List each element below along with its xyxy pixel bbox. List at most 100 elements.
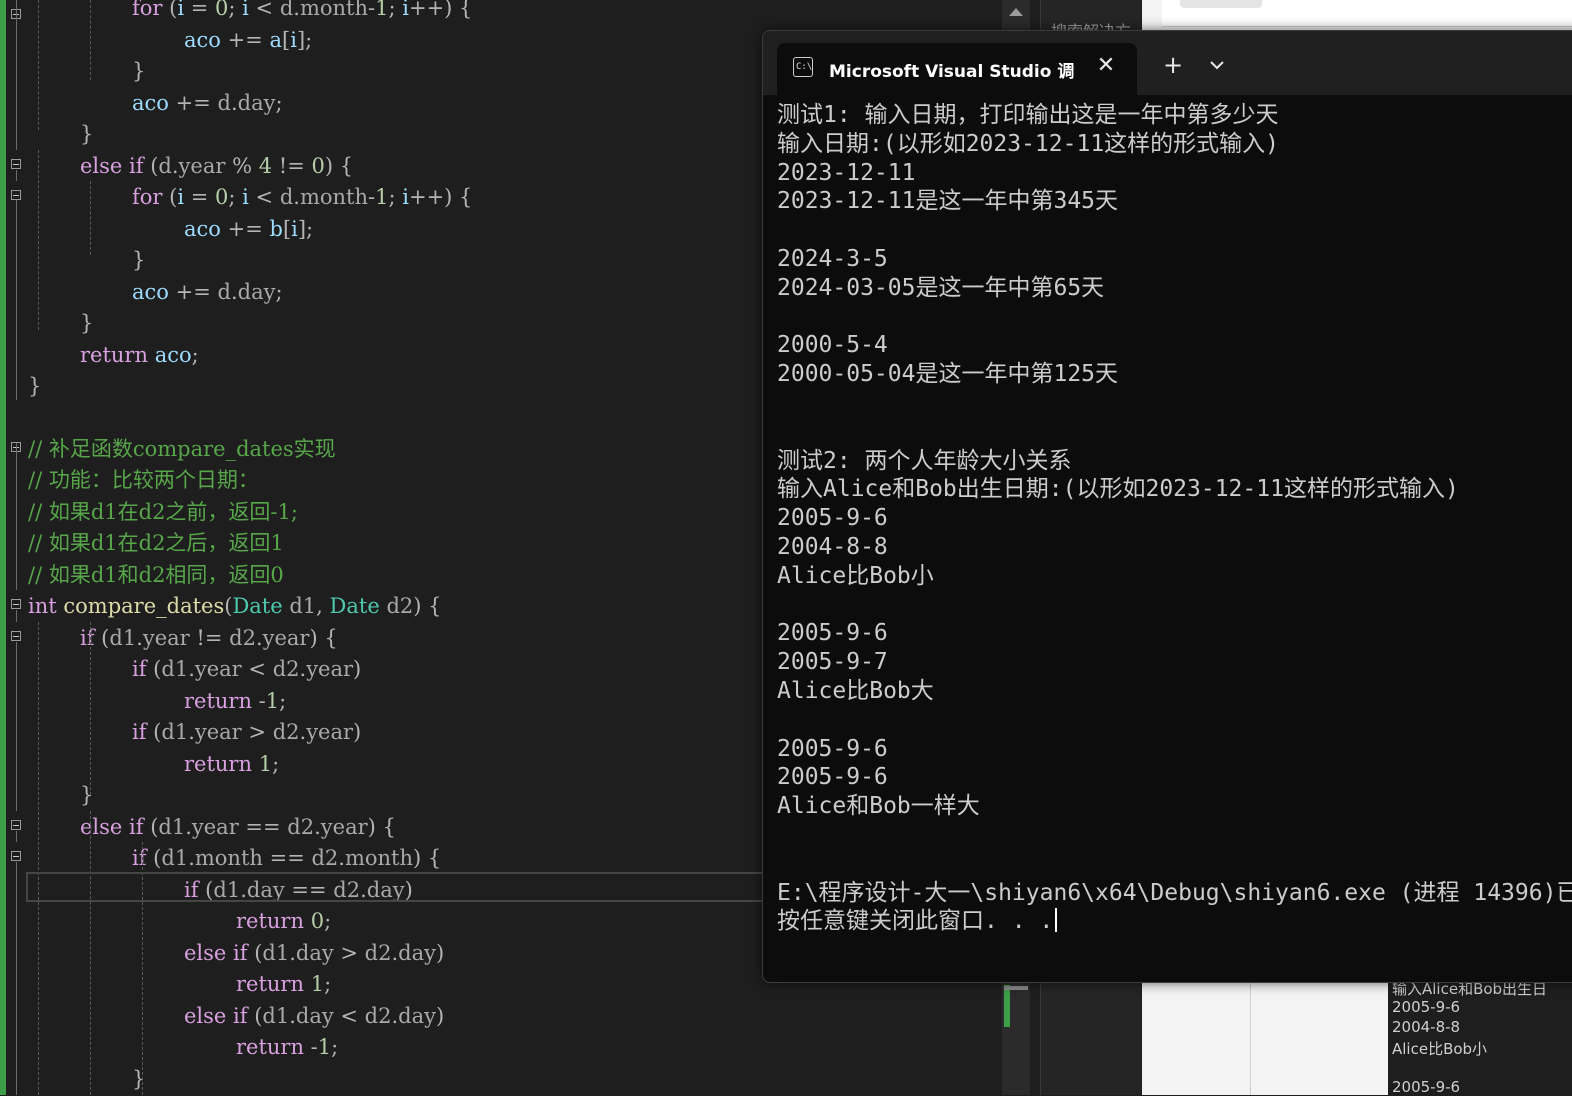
background-output-line: 2005-9-6 — [1392, 1078, 1461, 1096]
code-token: [ — [282, 28, 291, 52]
collapse-icon[interactable] — [11, 190, 21, 200]
code-token: day — [237, 91, 276, 115]
code-token: 0 — [215, 0, 229, 20]
background-output-line: 2005-9-6 — [1392, 998, 1461, 1016]
code-token: aco — [132, 280, 169, 304]
code-token: 0 — [311, 154, 325, 178]
code-token: ; — [324, 972, 332, 996]
console-line: 2005-9-6 — [777, 620, 888, 647]
code-token: . — [293, 185, 300, 209]
code-token: d1 — [109, 626, 137, 650]
new-tab-button[interactable]: + — [1159, 51, 1187, 79]
code-token: < — [248, 0, 280, 20]
code-token: } — [132, 1067, 146, 1091]
code-line-text: return 1; — [184, 748, 279, 780]
fold-rail — [16, 200, 17, 400]
code-line-text: } — [132, 1063, 145, 1095]
code-token: ; — [228, 0, 243, 20]
code-line-text: // 如果d1和d2相同，返回0 — [28, 559, 284, 591]
code-token: ( — [247, 1004, 263, 1028]
code-token: Date — [329, 594, 380, 618]
code-token: ++) { — [408, 0, 473, 20]
console-line: 按任意键关闭此窗口. . . — [777, 907, 1572, 936]
code-token: += — [220, 28, 270, 52]
background-output-line: Alice比Bob小 — [1392, 1040, 1488, 1058]
code-line[interactable]: return -1; — [0, 1031, 1000, 1063]
console-output[interactable]: 测试1: 输入日期，打印输出这是一年中第多少天 输入日期:(以形如2023-12-… — [777, 101, 1572, 936]
code-token: ( — [247, 941, 263, 965]
code-token: += — [168, 280, 218, 304]
code-token: ) — [353, 657, 362, 681]
scroll-thumb[interactable] — [1004, 986, 1028, 990]
code-token: d2 — [272, 657, 300, 681]
code-token: ) { — [413, 594, 442, 618]
code-token: < — [333, 1004, 365, 1028]
code-token: return — [184, 752, 252, 776]
console-titlebar[interactable]: C:\ Microsoft Visual Studio 调试控制台 ✕ + — [763, 31, 1572, 95]
console-line: 2005-9-6 — [777, 735, 888, 762]
collapse-icon[interactable] — [11, 159, 21, 169]
code-token: day — [237, 280, 276, 304]
code-token: year — [194, 657, 242, 681]
chevron-down-icon[interactable] — [1205, 53, 1229, 77]
code-token: > — [241, 720, 273, 744]
code-token: i — [402, 185, 409, 209]
code-line-text: // 补足函数compare_dates实现 — [28, 433, 336, 465]
collapse-icon[interactable] — [11, 851, 21, 861]
code-line-text: int compare_dates(Date d1, Date d2) { — [28, 590, 442, 622]
code-token: i — [290, 28, 297, 52]
close-tab-icon[interactable]: ✕ — [1095, 52, 1117, 80]
code-token: month — [299, 0, 369, 20]
console-line: 2000-05-04是这一年中第125天 — [777, 361, 1119, 388]
console-line: 2024-03-05是这一年中第65天 — [777, 274, 1105, 301]
code-line-text: aco += d.day; — [132, 276, 283, 308]
code-line[interactable]: } — [0, 1063, 1000, 1095]
code-token: year — [191, 815, 239, 839]
code-line[interactable]: for (i = 0; i < d.month-1; i++) { — [0, 0, 1000, 24]
code-line-text: return -1; — [184, 685, 286, 717]
console-tab[interactable]: C:\ Microsoft Visual Studio 调试控制台 ✕ — [777, 43, 1137, 95]
code-token: a — [269, 28, 283, 52]
collapse-icon[interactable] — [11, 599, 21, 609]
code-token: if — [132, 657, 147, 681]
code-token: d2 — [364, 1004, 392, 1028]
fold-rail — [16, 443, 17, 590]
code-token: d2 — [287, 815, 315, 839]
code-token: ) — [436, 1004, 445, 1028]
code-token: ]; — [296, 28, 313, 52]
code-token: 1 — [265, 689, 280, 713]
code-token: year — [142, 626, 190, 650]
code-token: aco — [154, 343, 192, 367]
debug-console-window[interactable]: C:\ Microsoft Visual Studio 调试控制台 ✕ + 测试… — [762, 30, 1572, 983]
console-line: Alice比Bob大 — [777, 677, 934, 704]
code-token: ; — [228, 185, 243, 209]
code-line-text: if (d1.year > d2.year) — [132, 716, 361, 748]
code-token: return — [184, 689, 252, 713]
code-token: } — [28, 374, 42, 398]
code-token: ( — [143, 815, 159, 839]
code-token: for — [132, 0, 163, 20]
code-token: . — [289, 1004, 296, 1028]
indent-guide — [90, 811, 91, 1095]
console-line: E:\程序设计-大一\shiyan6\x64\Debug\shiyan6.exe… — [777, 879, 1572, 906]
indent-guide — [38, 0, 39, 130]
code-token: ( — [162, 0, 178, 20]
code-token: . — [171, 154, 179, 178]
indent-guide — [38, 150, 39, 330]
code-line-text: } — [80, 307, 93, 339]
collapse-icon[interactable] — [11, 631, 21, 641]
collapse-icon[interactable] — [11, 820, 21, 830]
console-line: 输入日期:(以形如2023-12-11这样的形式输入) — [777, 130, 1280, 157]
code-token: ]; — [297, 217, 314, 241]
code-token: != — [189, 626, 230, 650]
console-line: 2005-9-6 — [777, 764, 888, 791]
console-line: 2023-12-11 — [777, 159, 916, 186]
code-token: d — [279, 185, 294, 209]
code-line[interactable]: else if (d1.day < d2.day) — [0, 1000, 1000, 1032]
indent-guide — [90, 622, 91, 795]
code-token: 0 — [215, 185, 229, 209]
scroll-up-arrow-icon[interactable] — [1009, 8, 1023, 16]
